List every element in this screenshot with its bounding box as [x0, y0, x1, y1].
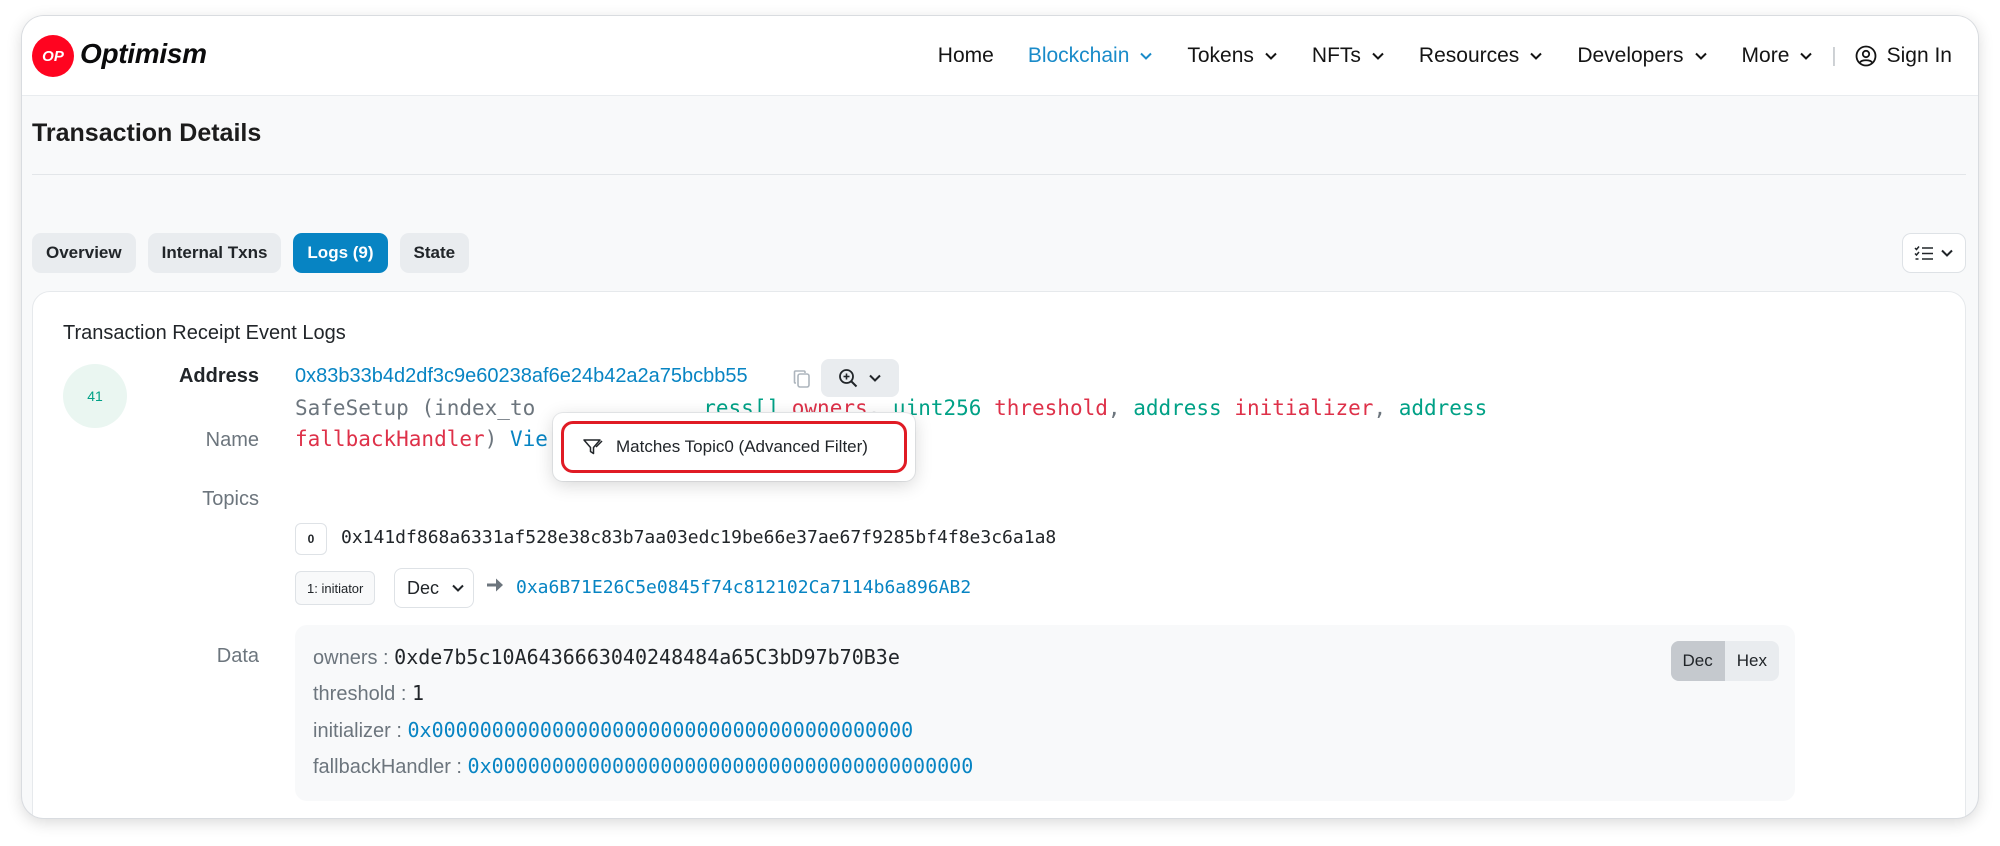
topic-index-badge: 0	[295, 523, 327, 555]
chevron-down-icon	[1372, 52, 1384, 60]
nav-tokens-label: Tokens	[1187, 44, 1254, 67]
arrow-right-icon	[487, 578, 503, 592]
copy-icon[interactable]	[793, 369, 811, 389]
user-circle-icon	[1855, 45, 1877, 67]
filter-icon	[583, 439, 603, 455]
data-key: fallbackHandler :	[313, 756, 468, 778]
event-param-fallbackhandler: fallbackHandler	[295, 427, 485, 451]
nav-nfts-label: NFTs	[1311, 44, 1361, 67]
nav-more-label: More	[1741, 44, 1790, 67]
page-title: Transaction Details	[32, 119, 262, 147]
sign-in-label: Sign In	[1886, 44, 1952, 67]
topic0-hash: 0x141df868a6331af528e38c83b7aa03edc19be6…	[341, 527, 1057, 548]
nav-developers-label: Developers	[1577, 44, 1684, 67]
event-paren-close: )	[484, 427, 498, 451]
format-dec-button[interactable]: Dec	[1670, 641, 1725, 681]
event-param-initializer: initializer	[1234, 396, 1374, 420]
decoded-data-box: owners : 0xde7b5c10A6436663040248484a65C…	[295, 625, 1795, 801]
topics-label: Topics	[202, 488, 259, 510]
matches-topic0-option[interactable]: Matches Topic0 (Advanced Filter)	[561, 421, 907, 473]
card-title: Transaction Receipt Event Logs	[63, 322, 346, 344]
event-name: SafeSetup	[295, 396, 409, 420]
address-filter-button[interactable]	[821, 359, 899, 397]
site-header: OP Optimism Home Blockchain Tokens NFTs …	[22, 16, 1978, 96]
format-hex-button[interactable]: Hex	[1725, 641, 1779, 681]
tab-internal-txns[interactable]: Internal Txns	[147, 233, 282, 273]
browser-frame: OP Optimism Home Blockchain Tokens NFTs …	[22, 16, 1978, 818]
event-comma: ,	[1373, 396, 1399, 420]
divider	[32, 174, 1966, 175]
data-value: 0xde7b5c10A6436663040248484a65C3bD97b70B…	[394, 645, 900, 669]
address-filter-dropdown: Matches Topic0 (Advanced Filter)	[553, 413, 915, 481]
brand-name[interactable]: Optimism	[80, 38, 207, 70]
contract-address-link[interactable]: 0x83b33b4d2df3c9e60238af6e24b42a2a75bcbb…	[295, 365, 748, 388]
topic-format-value: Dec	[407, 577, 440, 598]
nav-resources[interactable]: Resources	[1419, 44, 1543, 68]
nav-more[interactable]: More	[1742, 44, 1814, 68]
event-type-address: address	[1133, 396, 1222, 420]
nav-separator: |	[1831, 44, 1837, 67]
chevron-down-icon	[869, 374, 881, 382]
chevron-down-icon	[1941, 249, 1953, 257]
nav-nfts[interactable]: NFTs	[1312, 44, 1385, 68]
event-signature-line-2: fallbackHandler) Vie	[295, 427, 548, 451]
address-label: Address	[178, 365, 259, 387]
view-source-link[interactable]: Vie	[510, 427, 548, 451]
event-param-threshold: threshold	[994, 396, 1108, 420]
sign-in-button[interactable]: Sign In	[1855, 44, 1952, 68]
data-value-link[interactable]: 0x00000000000000000000000000000000000000…	[468, 754, 974, 778]
nav-tokens[interactable]: Tokens	[1187, 44, 1278, 68]
event-paren-open: (	[408, 396, 435, 420]
nav-blockchain-label: Blockchain	[1027, 44, 1130, 67]
list-check-icon	[1914, 246, 1933, 260]
chevron-down-icon	[1530, 52, 1543, 60]
event-logs-card: Transaction Receipt Event Logs 41 Addres…	[32, 291, 1966, 818]
format-toggle: Dec Hex	[1670, 641, 1779, 681]
data-value-link[interactable]: 0x00000000000000000000000000000000000000…	[407, 718, 913, 742]
tab-state[interactable]: State	[399, 233, 470, 273]
data-key: initializer :	[313, 720, 408, 742]
tab-logs[interactable]: Logs (9)	[293, 233, 388, 273]
tab-bar: Overview Internal Txns Logs (9) State	[32, 233, 481, 273]
tab-overview[interactable]: Overview	[32, 233, 136, 273]
matches-topic0-label: Matches Topic0 (Advanced Filter)	[616, 437, 868, 456]
topic1-address-link[interactable]: 0xa6B71E26C5e0845f74c812102Ca7114b6a896A…	[516, 577, 971, 598]
event-comma: ,	[1107, 396, 1134, 420]
nav-developers[interactable]: Developers	[1577, 44, 1707, 68]
data-key: owners :	[313, 647, 395, 669]
data-row-initializer: initializer : 0x000000000000000000000000…	[313, 718, 913, 743]
data-value: 1	[411, 681, 424, 705]
data-label: Data	[216, 645, 259, 667]
chevron-down-icon	[1265, 52, 1277, 60]
data-row-owners: owners : 0xde7b5c10A6436663040248484a65C…	[313, 645, 900, 670]
nav-resources-label: Resources	[1418, 44, 1520, 67]
chevron-down-icon	[1800, 52, 1813, 60]
optimism-logo-icon[interactable]: OP	[32, 35, 74, 77]
nav-home[interactable]: Home	[938, 44, 994, 68]
topic-index-badge: 1: initiator	[295, 571, 376, 605]
chevron-down-icon	[1140, 52, 1153, 60]
main-nav: Home Blockchain Tokens NFTs Resources De…	[904, 16, 1952, 96]
data-row-fallbackhandler: fallbackHandler : 0x00000000000000000000…	[313, 754, 973, 779]
data-key: threshold :	[313, 683, 412, 705]
event-type-address: address	[1398, 396, 1488, 420]
log-index-badge: 41	[63, 364, 127, 428]
topic-format-select[interactable]: Dec	[394, 568, 474, 608]
name-label: Name	[205, 429, 259, 451]
zoom-in-icon	[839, 369, 858, 388]
data-row-threshold: threshold : 1	[313, 681, 424, 706]
nav-home-label: Home	[937, 44, 994, 67]
nav-blockchain[interactable]: Blockchain	[1028, 44, 1154, 68]
view-options-button[interactable]	[1902, 233, 1966, 273]
chevron-down-icon	[452, 584, 464, 592]
chevron-down-icon	[1694, 52, 1707, 60]
event-param-first: index_to	[434, 396, 536, 420]
